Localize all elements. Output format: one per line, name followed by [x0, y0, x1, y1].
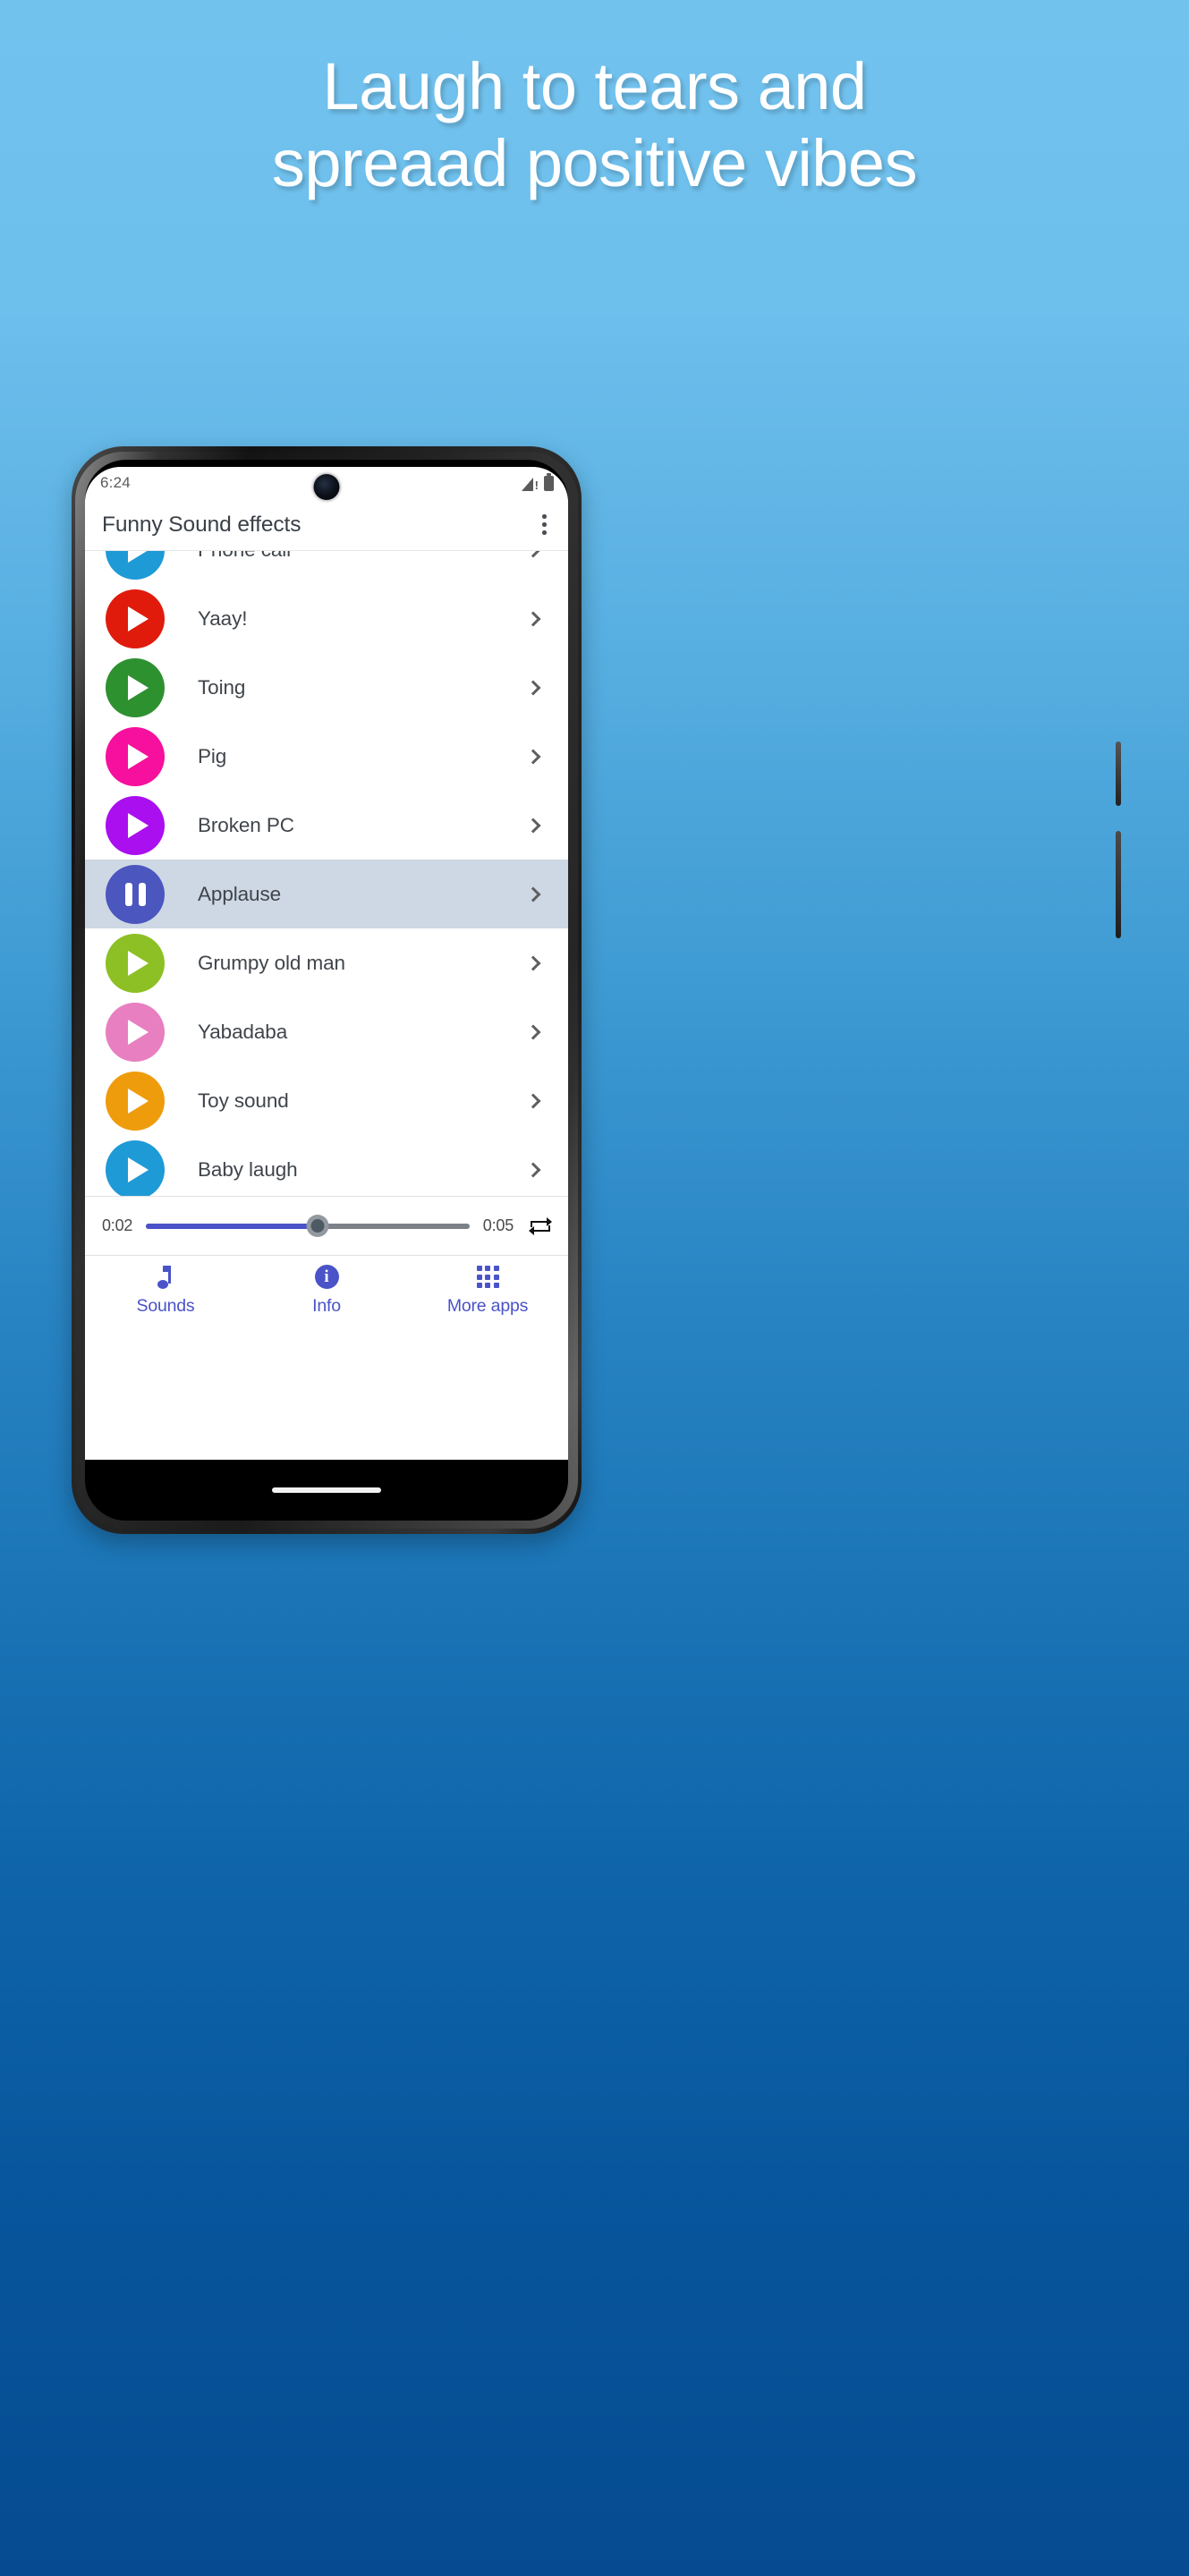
- page-title: Funny Sound effects: [102, 512, 301, 537]
- kebab-menu-icon[interactable]: [538, 509, 551, 540]
- list-item-label: Broken PC: [198, 813, 294, 836]
- chevron-right-icon[interactable]: [525, 955, 541, 970]
- nav-label-more-apps: More apps: [446, 1295, 529, 1316]
- info-circle-icon: i: [314, 1265, 339, 1290]
- chevron-right-icon[interactable]: [525, 1162, 541, 1177]
- play-icon[interactable]: [106, 795, 165, 855]
- list-item[interactable]: Toing: [85, 653, 568, 722]
- list-item[interactable]: Pig: [85, 722, 568, 791]
- play-icon[interactable]: [106, 1002, 165, 1062]
- list-item[interactable]: Yabadaba: [85, 997, 568, 1066]
- nav-item-more-apps[interactable]: More apps: [407, 1256, 568, 1325]
- front-camera-punch-hole: [313, 474, 340, 500]
- total-time-label: 0:05: [482, 1216, 514, 1234]
- play-icon[interactable]: [106, 726, 165, 786]
- list-item-label: Pig: [198, 744, 227, 767]
- current-time-label: 0:02: [102, 1216, 133, 1234]
- app-window: 6:24 ! Funny Sound effects Yaay! Toing P…: [85, 467, 568, 1460]
- list-item-label: Toy sound: [198, 1089, 289, 1112]
- list-item-label: Baby laugh: [198, 1157, 298, 1181]
- list-item[interactable]: Phone call: [85, 551, 568, 584]
- player-bar: 0:02 0:05: [85, 1196, 568, 1255]
- seek-thumb[interactable]: [306, 1215, 329, 1237]
- play-icon[interactable]: [106, 933, 165, 993]
- sound-list-inner: Phone call Yaay! Toing: [85, 551, 568, 1196]
- list-item[interactable]: Toy sound: [85, 1066, 568, 1135]
- bottom-navigation: Sounds i Info More apps: [85, 1255, 568, 1325]
- headline-line-1: Laugh to tears and: [322, 49, 867, 123]
- promo-headline: Laugh to tears and spreaad positive vibe…: [0, 54, 1189, 197]
- music-note-icon: [157, 1265, 174, 1290]
- list-item[interactable]: Broken PC: [85, 791, 568, 860]
- app-bar: Funny Sound effects: [85, 499, 568, 550]
- battery-full-icon: [544, 472, 554, 491]
- chevron-right-icon[interactable]: [525, 1024, 541, 1039]
- chevron-right-icon[interactable]: [525, 818, 541, 833]
- list-item-label: Yabadaba: [198, 1020, 288, 1043]
- list-item-label: Toing: [198, 675, 246, 699]
- chevron-right-icon[interactable]: [525, 551, 541, 557]
- status-icons: !: [522, 472, 554, 491]
- sound-list[interactable]: Phone call Yaay! Toing: [85, 550, 568, 1196]
- nav-label-sounds: Sounds: [136, 1295, 195, 1316]
- volume-button[interactable]: [1116, 831, 1121, 938]
- list-item-label: Phone call: [198, 551, 528, 562]
- chevron-right-icon[interactable]: [525, 680, 541, 695]
- gesture-navigation-area: [85, 1460, 568, 1521]
- chevron-right-icon[interactable]: [525, 886, 541, 902]
- list-item-label: Yaay!: [198, 606, 248, 630]
- play-icon[interactable]: [106, 551, 165, 580]
- phone-screen: 6:24 ! Funny Sound effects Yaay! Toing P…: [85, 460, 568, 1521]
- phone-mockup: 6:24 ! Funny Sound effects Yaay! Toing P…: [72, 446, 1121, 1534]
- grid-apps-icon: [476, 1265, 499, 1290]
- play-icon[interactable]: [106, 1071, 165, 1131]
- list-item[interactable]: Grumpy old man: [85, 928, 568, 997]
- chevron-right-icon[interactable]: [525, 611, 541, 626]
- nav-item-info[interactable]: i Info: [246, 1256, 407, 1325]
- play-icon[interactable]: [106, 657, 165, 717]
- play-icon[interactable]: [106, 1140, 165, 1196]
- nav-item-sounds[interactable]: Sounds: [85, 1256, 246, 1325]
- chevron-right-icon[interactable]: [525, 749, 541, 764]
- list-item[interactable]: Yaay!: [85, 584, 568, 653]
- pause-icon[interactable]: [106, 864, 165, 924]
- list-item-label: Applause: [198, 882, 282, 905]
- signal-bars-alert-icon: !: [522, 476, 539, 491]
- repeat-loop-icon[interactable]: [528, 1215, 553, 1238]
- status-time: 6:24: [100, 474, 131, 491]
- list-item[interactable]: Baby laugh: [85, 1135, 568, 1196]
- list-item-selected[interactable]: Applause: [85, 860, 568, 928]
- seek-slider[interactable]: [146, 1215, 470, 1238]
- headline-line-2: spreaad positive vibes: [271, 126, 918, 200]
- power-button[interactable]: [1116, 741, 1121, 806]
- play-icon[interactable]: [106, 589, 165, 648]
- seek-fill: [146, 1223, 318, 1229]
- gesture-home-bar[interactable]: [272, 1487, 381, 1493]
- chevron-right-icon[interactable]: [525, 1093, 541, 1108]
- nav-label-info: Info: [312, 1295, 341, 1316]
- list-item-label: Grumpy old man: [198, 951, 345, 974]
